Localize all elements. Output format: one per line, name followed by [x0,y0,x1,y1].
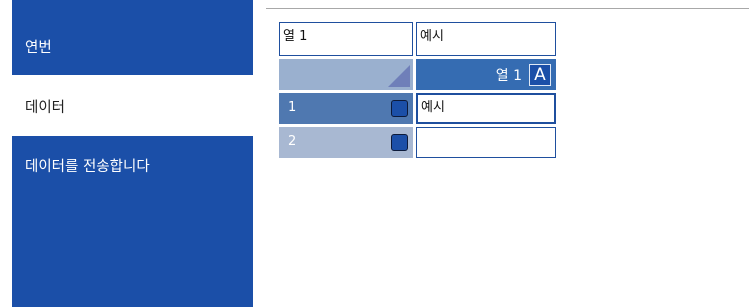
row-checkbox-icon[interactable] [391,100,408,117]
nav-item-label: 연번 [25,40,52,56]
row-checkbox-icon[interactable] [391,134,408,151]
nav-item-send-data[interactable]: 데이터를 전송합니다 [12,136,253,307]
row-header[interactable]: 2 [279,127,413,158]
grid-cell[interactable]: 예시 [416,93,556,124]
grid-corner[interactable] [279,59,413,90]
column-name-input[interactable]: 열 1 [279,22,413,56]
row-number: 1 [288,100,297,115]
text-type-icon[interactable]: A [529,64,551,86]
nav-item-label: 데이터 [25,100,66,116]
column-example-input[interactable]: 예시 [416,22,556,56]
nav-item-label: 데이터를 전송합니다 [25,159,150,175]
top-divider [266,8,749,9]
nav-item-index[interactable]: 연번 [12,0,253,75]
row-number: 2 [288,134,297,149]
nav-item-data[interactable]: 데이터 [12,75,253,135]
row-header[interactable]: 1 [279,93,413,124]
column-header-label: 열 1 [495,68,522,84]
select-all-triangle-icon [388,65,410,87]
column-header[interactable]: 열 1 A [416,59,556,90]
grid-cell[interactable] [416,127,556,158]
